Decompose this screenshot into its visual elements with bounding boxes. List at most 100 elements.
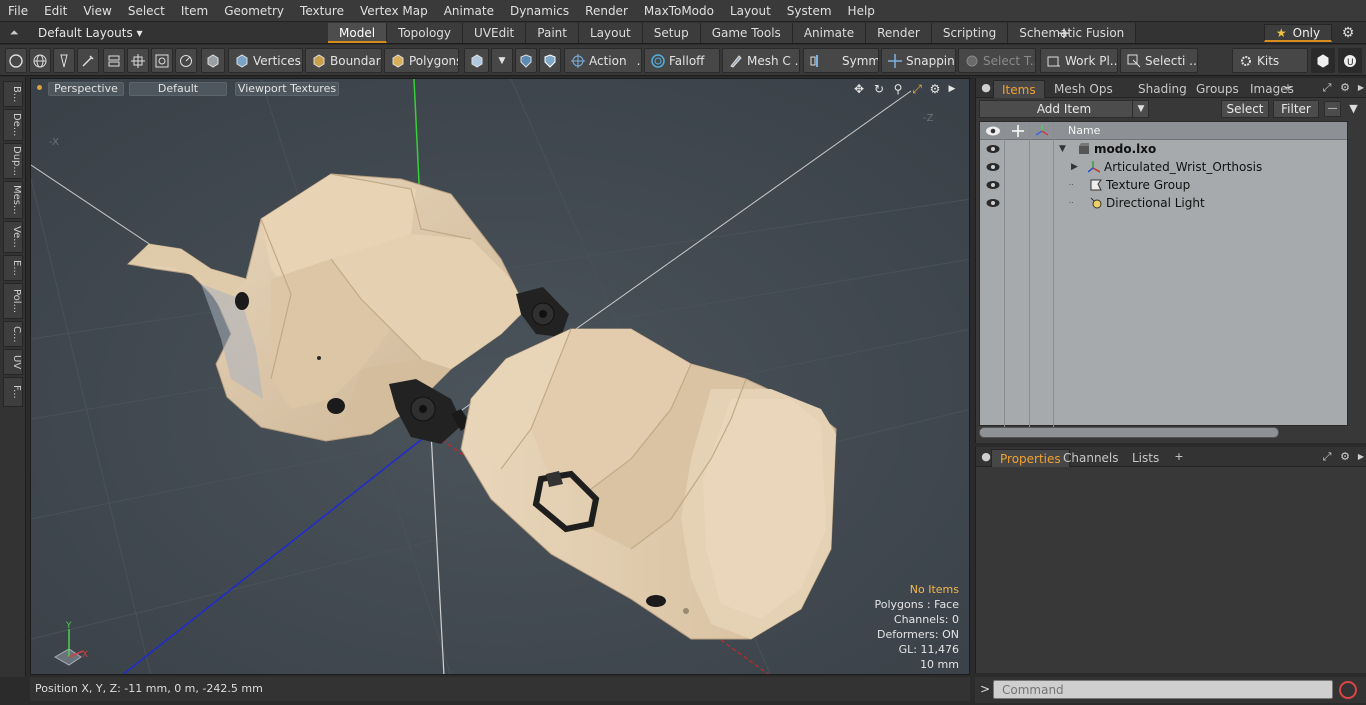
filter-button[interactable]: Filter: [1273, 100, 1319, 118]
left-tab-basic[interactable]: B...: [3, 81, 23, 107]
rotate-button[interactable]: [175, 48, 197, 73]
left-tab-polygon[interactable]: Pol...: [3, 283, 23, 319]
name-column-header[interactable]: Name: [1068, 122, 1100, 140]
align-button[interactable]: [103, 48, 125, 73]
add-item-dropdown-icon[interactable]: ▼: [1132, 100, 1149, 118]
menu-vertex-map[interactable]: Vertex Map: [352, 0, 436, 22]
unreal-button[interactable]: U: [1338, 48, 1362, 73]
left-tab-curve[interactable]: C...: [3, 321, 23, 347]
collapse-button[interactable]: —: [1324, 101, 1341, 117]
panel-expand-icon[interactable]: ⤢: [1320, 81, 1334, 95]
tab-model[interactable]: Model: [328, 23, 388, 43]
select-through-button[interactable]: Select T...: [958, 48, 1036, 73]
select-button[interactable]: Select: [1221, 100, 1269, 118]
tab-render[interactable]: Render: [866, 23, 932, 43]
menu-item[interactable]: Item: [173, 0, 216, 22]
menu-layout[interactable]: Layout: [722, 0, 779, 22]
item-mode-button[interactable]: [201, 48, 225, 73]
only-toggle-button[interactable]: ★ Only: [1264, 24, 1332, 42]
boundary-mode-button[interactable]: Boundary: [305, 48, 382, 73]
tab-groups[interactable]: Groups: [1188, 80, 1247, 98]
record-macro-icon[interactable]: [1339, 681, 1357, 699]
material-mode-button[interactable]: [464, 48, 489, 73]
tab-scripting[interactable]: Scripting: [931, 23, 1009, 43]
menu-select[interactable]: Select: [120, 0, 173, 22]
layout-dropdown[interactable]: Default Layouts ▾: [30, 24, 151, 42]
frame-button[interactable]: [151, 48, 173, 73]
viewport-arrow-icon[interactable]: ▶: [945, 82, 959, 96]
left-tab-deform[interactable]: De...: [3, 109, 23, 141]
viewport-textures-button[interactable]: Viewport Textures: [235, 82, 339, 96]
funnel-icon[interactable]: ▼: [1345, 101, 1362, 117]
left-tab-mesh-edit[interactable]: Mes...: [3, 181, 23, 219]
menu-maxtomodo[interactable]: MaxToModo: [636, 0, 722, 22]
panel-arrow-icon[interactable]: ▶: [1354, 81, 1366, 95]
visibility-eye-icon[interactable]: [986, 197, 1000, 209]
left-tab-edge[interactable]: E...: [3, 255, 23, 281]
item-row-mesh[interactable]: ▶ Articulated_Wrist_Orthosis: [980, 158, 1347, 176]
tab-channels[interactable]: Channels: [1055, 449, 1127, 467]
menu-texture[interactable]: Texture: [292, 0, 352, 22]
panel-gear-icon[interactable]: ⚙: [1338, 81, 1352, 95]
snapping-button[interactable]: Snapping: [881, 48, 956, 73]
tab-shading[interactable]: Shading: [1130, 80, 1195, 98]
tab-mesh-ops[interactable]: Mesh Ops: [1046, 80, 1121, 98]
tab-setup[interactable]: Setup: [642, 23, 701, 43]
add-item-button[interactable]: Add Item: [979, 100, 1149, 118]
menu-help[interactable]: Help: [840, 0, 883, 22]
gear-icon[interactable]: ⚙: [1340, 25, 1356, 41]
menu-view[interactable]: View: [75, 0, 119, 22]
action-center-button[interactable]: Action ...: [564, 48, 642, 73]
command-input[interactable]: [993, 680, 1333, 699]
view-mode-button[interactable]: Perspective: [48, 82, 124, 96]
add-panel-tab-plus-icon[interactable]: +: [1172, 450, 1186, 464]
expand-triangle-icon[interactable]: ▼: [1059, 140, 1066, 158]
add-panel-tab-plus-icon[interactable]: +: [1281, 81, 1295, 95]
menu-file[interactable]: File: [0, 0, 36, 22]
rotate-view-icon[interactable]: ↻: [872, 82, 886, 96]
globe-button[interactable]: [29, 48, 51, 73]
menu-system[interactable]: System: [779, 0, 840, 22]
brush-tool-button[interactable]: [77, 48, 99, 73]
menu-render[interactable]: Render: [577, 0, 636, 22]
menu-dynamics[interactable]: Dynamics: [502, 0, 577, 22]
tab-layout[interactable]: Layout: [578, 23, 643, 43]
maximize-view-icon[interactable]: ⤢: [910, 82, 924, 96]
item-row-texture-group[interactable]: ·· Texture Group: [980, 176, 1347, 194]
left-tab-vertex[interactable]: Ve...: [3, 221, 23, 253]
tab-lists[interactable]: Lists: [1124, 449, 1167, 467]
tab-items[interactable]: Items: [993, 80, 1045, 98]
shading-mode-button[interactable]: Default: [129, 82, 227, 96]
layout-up-arrow-icon[interactable]: ⏶: [6, 25, 22, 41]
soft-select-button[interactable]: [539, 48, 561, 73]
mesh-constraint-button[interactable]: Mesh C ...: [722, 48, 800, 73]
symmetry-button[interactable]: Symm ...: [803, 48, 879, 73]
tab-topology[interactable]: Topology: [387, 23, 464, 43]
item-list-scrollbar[interactable]: [979, 427, 1279, 438]
center-button[interactable]: [127, 48, 149, 73]
3d-viewport[interactable]: -X -Z Perspective Default Viewport Textu…: [30, 78, 970, 675]
viewport-scene[interactable]: -X -Z: [31, 79, 970, 675]
visibility-eye-icon[interactable]: [986, 161, 1000, 173]
tab-animate[interactable]: Animate: [792, 23, 867, 43]
mode-dropdown-button[interactable]: ▼: [491, 48, 513, 73]
visibility-eye-icon[interactable]: [986, 179, 1000, 191]
zoom-view-icon[interactable]: ⚲: [891, 82, 905, 96]
add-tab-plus-icon[interactable]: +: [1056, 23, 1072, 43]
falloff-button[interactable]: Falloff: [644, 48, 720, 73]
move-view-icon[interactable]: ✥: [852, 82, 866, 96]
polygons-mode-button[interactable]: Polygons: [384, 48, 459, 73]
selection-sets-button[interactable]: Selecti ...: [1120, 48, 1198, 73]
tab-game-tools[interactable]: Game Tools: [700, 23, 793, 43]
vertices-mode-button[interactable]: Vertices: [228, 48, 303, 73]
menu-geometry[interactable]: Geometry: [216, 0, 292, 22]
kits-button[interactable]: Kits: [1232, 48, 1308, 73]
left-tab-duplicate[interactable]: Dup...: [3, 143, 23, 179]
tab-schematic-fusion[interactable]: Schematic Fusion: [1008, 23, 1137, 43]
pen-tool-button[interactable]: [53, 48, 75, 73]
tab-uvedit[interactable]: UVEdit: [463, 23, 527, 43]
left-tab-fusion[interactable]: F...: [3, 377, 23, 407]
unity-button[interactable]: [1311, 48, 1335, 73]
menu-edit[interactable]: Edit: [36, 0, 75, 22]
work-plane-button[interactable]: Work Pl...: [1040, 48, 1118, 73]
